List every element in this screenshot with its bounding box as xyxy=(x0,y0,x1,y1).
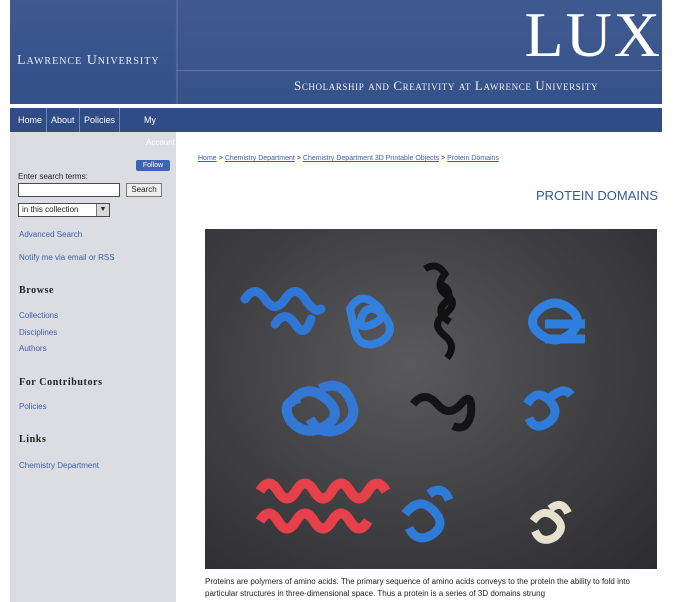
contributors-heading: For Contributors xyxy=(19,377,103,388)
browse-heading: Browse xyxy=(19,285,55,296)
banner-rule xyxy=(176,70,662,71)
chevron-down-icon[interactable]: ▼ xyxy=(96,204,109,216)
breadcrumb-chemistry-department[interactable]: Chemistry Department xyxy=(225,155,295,162)
banner-left-gutter xyxy=(0,0,10,104)
site-tagline: Scholarship and Creativity at Lawrence U… xyxy=(294,78,599,93)
university-name[interactable]: Lawrence University xyxy=(17,53,160,69)
sidebar-item-policies[interactable]: Policies xyxy=(19,402,47,411)
header-banner: Lawrence University LUX Scholarship and … xyxy=(0,0,662,104)
model-blue-3 xyxy=(528,298,585,345)
model-black-2 xyxy=(409,393,476,432)
breadcrumb-3d-objects[interactable]: Chemistry Department 3D Printable Object… xyxy=(303,155,439,162)
search-scope-value: in this collection xyxy=(22,205,79,214)
nav-home[interactable]: Home xyxy=(14,108,48,132)
links-heading: Links xyxy=(19,434,47,445)
model-blue-1 xyxy=(240,287,326,335)
model-red xyxy=(255,478,391,534)
university-block xyxy=(10,0,175,104)
site-logo[interactable]: LUX xyxy=(524,0,662,70)
nav-policies[interactable]: Policies xyxy=(80,108,121,132)
model-blue-2 xyxy=(345,294,394,349)
sidebar-item-collections[interactable]: Collections xyxy=(19,311,58,320)
sidebar-item-authors[interactable]: Authors xyxy=(19,344,47,353)
page-title: PROTEIN DOMAINS xyxy=(536,188,659,203)
search-input[interactable] xyxy=(18,183,120,197)
main-nav: Home About Policies My xyxy=(10,108,662,132)
notify-link[interactable]: Notify me via email or RSS xyxy=(19,253,115,262)
nav-my[interactable]: My xyxy=(140,108,160,132)
protein-models-illustration xyxy=(240,262,585,544)
sidebar-item-chemistry-department[interactable]: Chemistry Department xyxy=(19,461,99,470)
breadcrumb-protein-domains[interactable]: Protein Domains xyxy=(447,155,499,162)
banner-divider xyxy=(176,0,178,104)
advanced-search-link[interactable]: Advanced Search xyxy=(19,230,82,239)
model-white xyxy=(529,500,572,544)
model-black-1 xyxy=(423,262,456,361)
search-button[interactable]: Search xyxy=(126,183,162,197)
model-blue-5 xyxy=(523,386,575,431)
follow-button[interactable]: Follow xyxy=(136,160,170,171)
description-paragraph: Proteins are polymers of amino acids. Th… xyxy=(205,577,630,598)
breadcrumb: Home > Chemistry Department > Chemistry Depa… xyxy=(198,155,499,162)
account-link[interactable]: Account xyxy=(146,138,175,147)
nav-about[interactable]: About xyxy=(47,108,80,132)
sidebar: Account Follow Enter search terms: Searc… xyxy=(10,132,176,602)
search-label: Enter search terms: xyxy=(18,172,88,181)
model-blue-4 xyxy=(281,380,359,437)
protein-domains-photo xyxy=(205,229,657,569)
search-scope-select[interactable]: in this collection ▼ xyxy=(18,203,110,217)
breadcrumb-home[interactable]: Home xyxy=(198,155,217,162)
model-blue-6 xyxy=(401,485,454,543)
sidebar-item-disciplines[interactable]: Disciplines xyxy=(19,328,57,337)
